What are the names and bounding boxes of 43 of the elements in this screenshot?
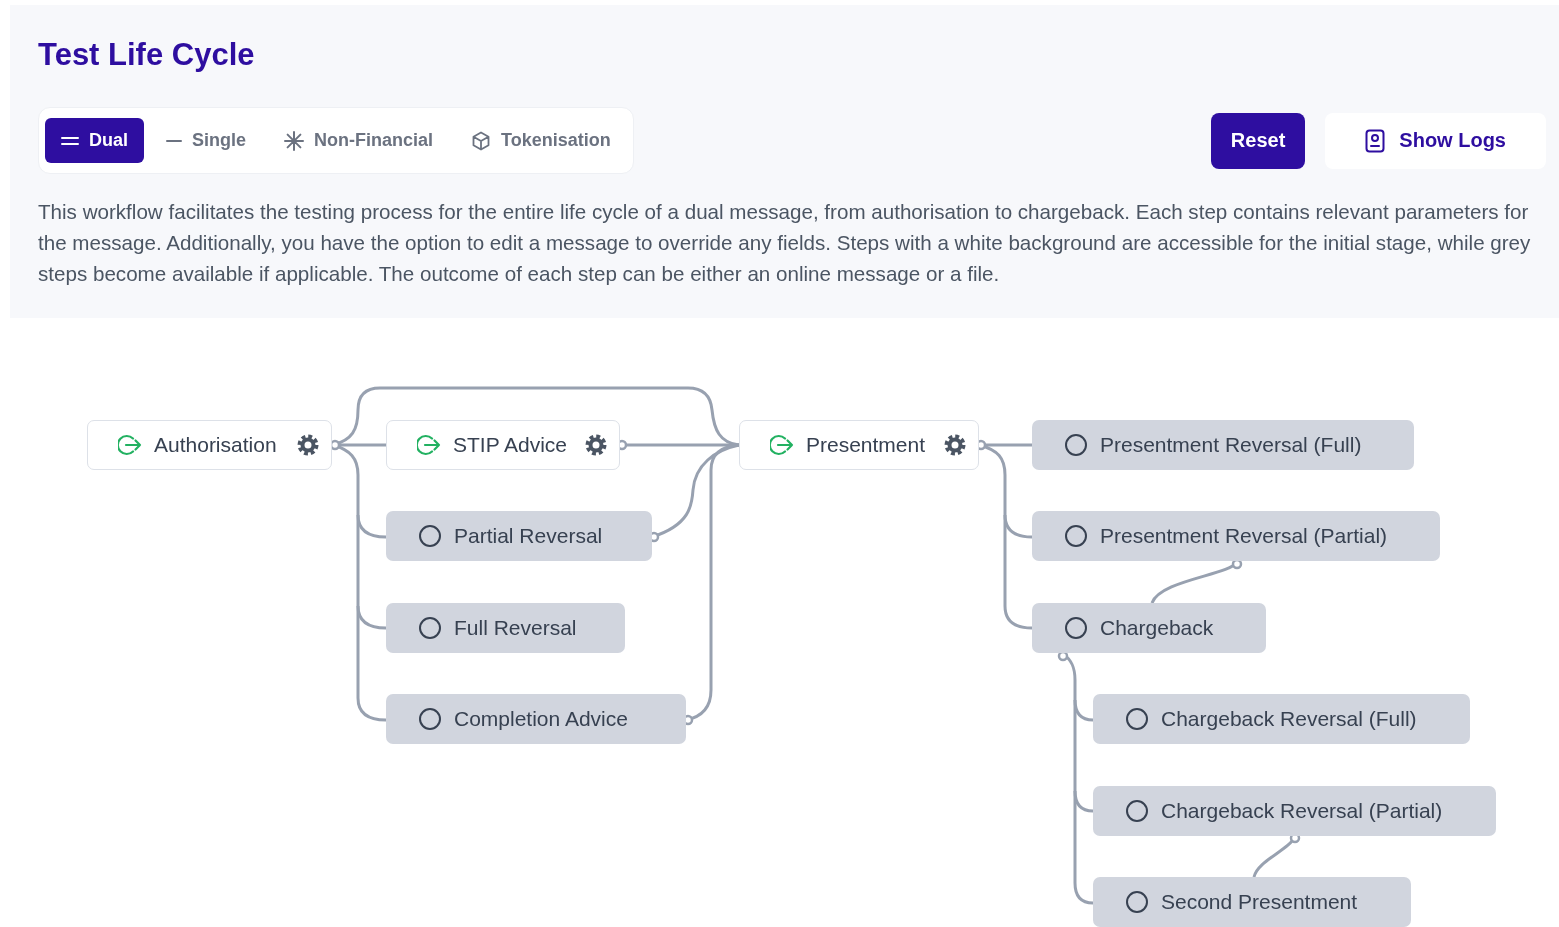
step-node[interactable]: Authorisation xyxy=(87,420,332,470)
connection-handle[interactable] xyxy=(1057,650,1069,662)
step-node[interactable]: Presentment xyxy=(739,420,979,470)
step-node[interactable]: Presentment Reversal (Partial) xyxy=(1032,511,1440,561)
empty-circle-icon xyxy=(418,524,442,548)
step-node[interactable]: Second Presentment xyxy=(1093,877,1411,927)
empty-circle-icon xyxy=(418,616,442,640)
id-badge-icon xyxy=(1365,128,1386,153)
step-node[interactable]: Completion Advice xyxy=(386,694,686,744)
step-node[interactable]: Presentment Reversal (Full) xyxy=(1032,420,1414,470)
settings-icon[interactable] xyxy=(944,434,966,456)
page-title: Test Life Cycle xyxy=(38,37,255,73)
minus-icon xyxy=(166,138,182,143)
mode-tab[interactable]: Single xyxy=(150,118,263,163)
show-logs-button[interactable]: Show Logs xyxy=(1325,112,1546,169)
asterisk-icon xyxy=(284,130,305,151)
mode-tab[interactable]: Tokenisation xyxy=(455,118,627,163)
step-node[interactable]: Partial Reversal xyxy=(386,511,652,561)
settings-icon[interactable] xyxy=(585,434,607,456)
exit-arrow-icon xyxy=(770,434,794,456)
mode-tab[interactable]: Non-Financial xyxy=(268,118,450,163)
step-node[interactable]: Full Reversal xyxy=(386,603,625,653)
exit-arrow-icon xyxy=(118,434,142,456)
step-node[interactable]: STIP Advice xyxy=(386,420,620,470)
step-node[interactable]: Chargeback Reversal (Partial) xyxy=(1093,786,1496,836)
empty-circle-icon xyxy=(1125,707,1149,731)
connection-handle[interactable] xyxy=(329,439,341,451)
cube-icon xyxy=(471,130,492,151)
step-node[interactable]: Chargeback Reversal (Full) xyxy=(1093,694,1470,744)
empty-circle-icon xyxy=(1125,890,1149,914)
empty-circle-icon xyxy=(1064,433,1088,457)
description-text: This workflow facilitates the testing process for the entire life cycle of a dual message, from authorisation to chargeback. Each step contains relevant parameters for the message. Additionally, you have the option to edit a message to override any fields. Steps with a white background are accessible for the initial stage, while grey steps become available if applicable. The outcome of each step can be either an online message or a file. xyxy=(38,199,1532,287)
connection-handle[interactable] xyxy=(1231,558,1243,570)
empty-circle-icon xyxy=(1125,799,1149,823)
settings-icon[interactable] xyxy=(297,434,319,456)
empty-circle-icon xyxy=(1064,524,1088,548)
empty-circle-icon xyxy=(418,707,442,731)
mode-tab[interactable]: Dual xyxy=(45,118,144,163)
step-node[interactable]: Chargeback xyxy=(1032,603,1266,653)
reset-button[interactable]: Reset xyxy=(1210,112,1306,169)
equals-icon xyxy=(61,134,79,147)
empty-circle-icon xyxy=(1064,616,1088,640)
exit-arrow-icon xyxy=(417,434,441,456)
